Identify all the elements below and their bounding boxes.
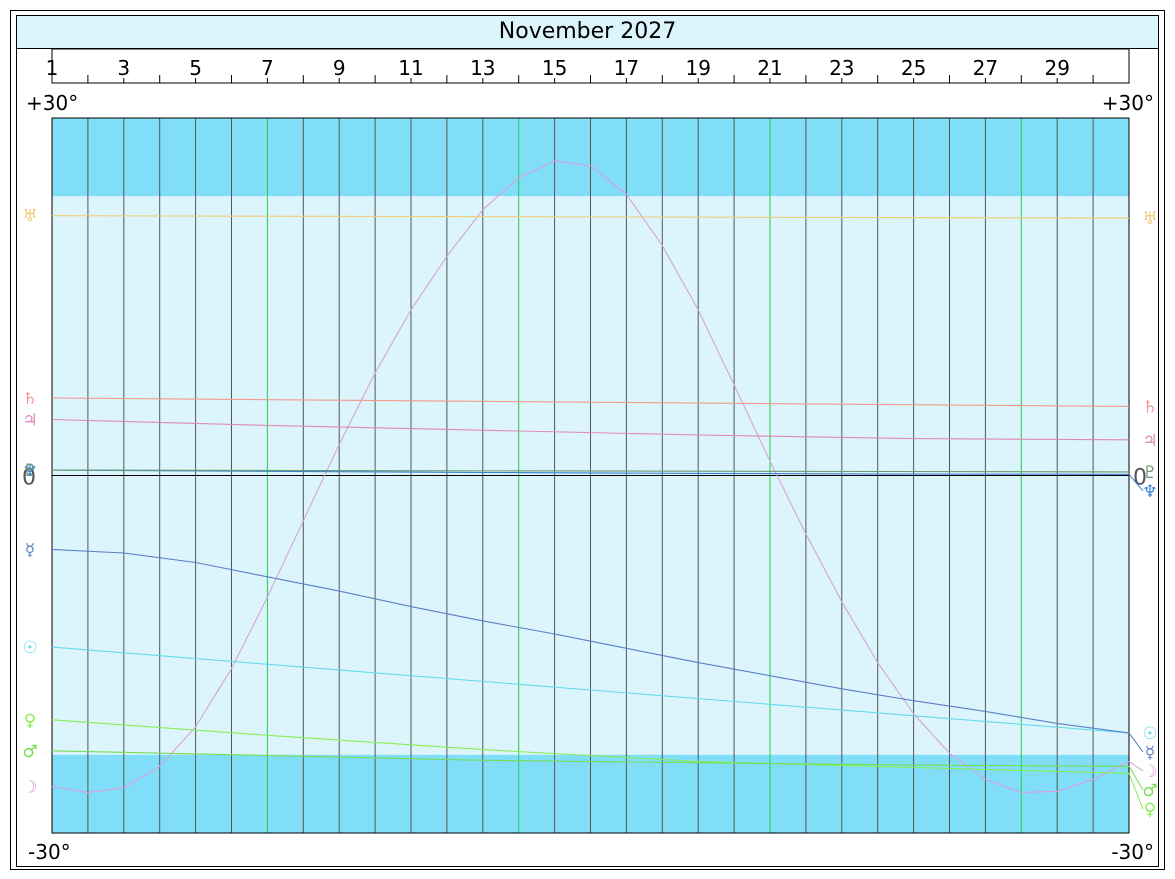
day-tick-label: 7: [261, 56, 274, 80]
venus-glyph-right: ♀: [1144, 800, 1156, 820]
day-tick-label: 5: [189, 56, 202, 80]
uranus-glyph-right: ♅: [1142, 209, 1157, 229]
sun-glyph-left: ☉: [22, 638, 37, 658]
moon-glyph-left: ☽: [22, 778, 37, 798]
day-tick-label: 11: [398, 56, 423, 80]
moon-glyph-right: ☽: [1142, 762, 1157, 782]
y-label-bottom-right: -30°: [1111, 840, 1154, 864]
day-tick-label: 13: [470, 56, 495, 80]
uranus-glyph-left: ♅: [22, 207, 37, 227]
plot-area: [51, 117, 1130, 834]
day-tick-label: 17: [614, 56, 639, 80]
mercury-glyph-right: ☿: [1145, 743, 1155, 763]
day-tick-label: 27: [973, 56, 998, 80]
day-tick-label: 21: [757, 56, 782, 80]
saturn-glyph-right: ♄: [1142, 397, 1157, 417]
day-tick-label: 9: [333, 56, 346, 80]
day-tick-label: 3: [117, 56, 130, 80]
y-label-top-left: +30°: [26, 91, 78, 115]
day-tick-label: 29: [1044, 56, 1069, 80]
saturn-glyph-left: ♄: [22, 389, 37, 409]
mars-glyph-right: ♂: [1142, 781, 1157, 801]
mars-glyph-left: ♂: [22, 742, 37, 762]
y-label-top-right: +30°: [1102, 91, 1154, 115]
mercury-glyph-leader: [1128, 732, 1144, 753]
day-tick-label: 19: [685, 56, 710, 80]
day-tick-label: 15: [542, 56, 567, 80]
pluto-glyph-left: ♇: [22, 461, 37, 481]
day-tick-label: 1: [46, 56, 59, 80]
pluto-glyph-right: ♇: [1142, 463, 1157, 483]
day-axis: 1 3 5 7 9 11 13 15 17 19 21 23 25 27 29: [46, 48, 1130, 84]
venus-glyph-left: ♀: [24, 711, 36, 731]
jupiter-glyph-right: ♃: [1142, 431, 1157, 451]
day-tick-label: 25: [901, 56, 926, 80]
day-tick-label: 23: [829, 56, 854, 80]
sun-glyph-right: ☉: [1142, 724, 1157, 744]
y-label-bottom-left: -30°: [28, 840, 71, 864]
neptune-glyph-right: ♆: [1142, 482, 1157, 502]
jupiter-glyph-left: ♃: [22, 410, 37, 430]
declination-chart: 1 3 5 7 9 11 13 15 17 19 21 23 25 27 29 +30° +30°-30° -3…: [22, 48, 1158, 864]
mercury-glyph-left: ☿: [25, 540, 35, 560]
